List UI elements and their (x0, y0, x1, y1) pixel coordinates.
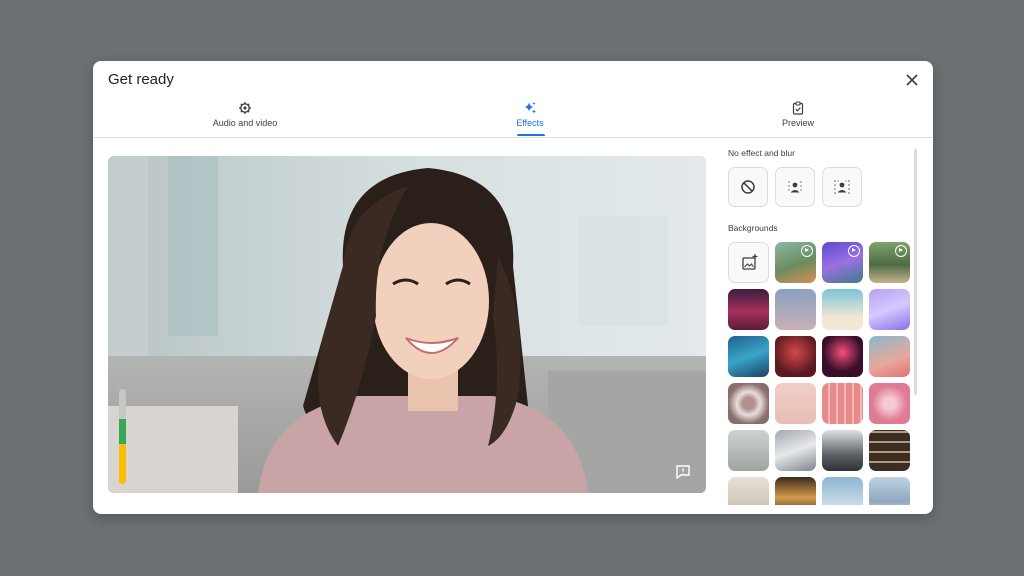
play-icon (895, 245, 907, 257)
background-tile[interactable] (869, 477, 910, 505)
tab-preview[interactable]: Preview (718, 101, 878, 128)
no-effect-button[interactable] (728, 167, 768, 207)
background-tile[interactable] (822, 477, 863, 505)
gear-icon (239, 102, 251, 114)
clipboard-check-icon (792, 101, 804, 115)
slight-blur-button[interactable] (775, 167, 815, 207)
background-tile[interactable] (728, 289, 769, 330)
background-tile[interactable] (822, 242, 863, 283)
tab-effects-label: Effects (516, 118, 544, 128)
background-tile[interactable] (869, 383, 910, 424)
tab-effects[interactable]: Effects (450, 101, 610, 128)
no-effect-section-title: No effect and blur (728, 148, 795, 158)
play-icon (801, 245, 813, 257)
background-tile[interactable] (869, 336, 910, 377)
background-tile[interactable] (869, 430, 910, 471)
tab-audio-video-label: Audio and video (212, 118, 278, 128)
background-tile[interactable] (822, 383, 863, 424)
background-tile[interactable] (728, 383, 769, 424)
background-tile[interactable] (775, 242, 816, 283)
block-icon (741, 180, 755, 194)
background-tile[interactable] (728, 477, 769, 505)
camera-preview (108, 156, 706, 493)
background-tile[interactable] (728, 336, 769, 377)
get-ready-dialog: Get ready Audio and video Effects Previe… (93, 61, 933, 514)
backgrounds-section-title: Backgrounds (728, 223, 778, 233)
blur-icon (834, 180, 850, 194)
background-tile[interactable] (775, 430, 816, 471)
effects-panel-scrollbar[interactable] (914, 149, 917, 395)
background-tile[interactable] (822, 289, 863, 330)
background-tile[interactable] (775, 336, 816, 377)
mic-level-meter (119, 389, 126, 484)
dialog-title: Get ready (108, 71, 174, 88)
background-tile[interactable] (775, 477, 816, 505)
close-button[interactable] (901, 69, 923, 91)
active-tab-indicator (517, 134, 545, 136)
background-tile[interactable] (869, 242, 910, 283)
blur-button[interactable] (822, 167, 862, 207)
add-image-icon (742, 254, 758, 270)
chat-bubble-icon (676, 465, 690, 480)
tab-bar: Audio and video Effects Preview (93, 99, 933, 138)
tab-audio-video[interactable]: Audio and video (165, 101, 325, 128)
close-icon (906, 74, 918, 86)
camera-preview-image (108, 156, 706, 493)
upload-background-button[interactable] (728, 242, 769, 283)
tab-preview-label: Preview (781, 118, 814, 128)
background-tile[interactable] (775, 289, 816, 330)
background-tile[interactable] (822, 336, 863, 377)
blur-slight-icon (788, 181, 802, 193)
background-tile[interactable] (728, 430, 769, 471)
effects-panel: No effect and blur Backgrounds (725, 145, 920, 505)
background-tile[interactable] (775, 383, 816, 424)
captions-button[interactable] (674, 463, 692, 481)
background-tile[interactable] (869, 289, 910, 330)
background-tile[interactable] (822, 430, 863, 471)
sparkle-icon (524, 102, 536, 114)
play-icon (848, 245, 860, 257)
